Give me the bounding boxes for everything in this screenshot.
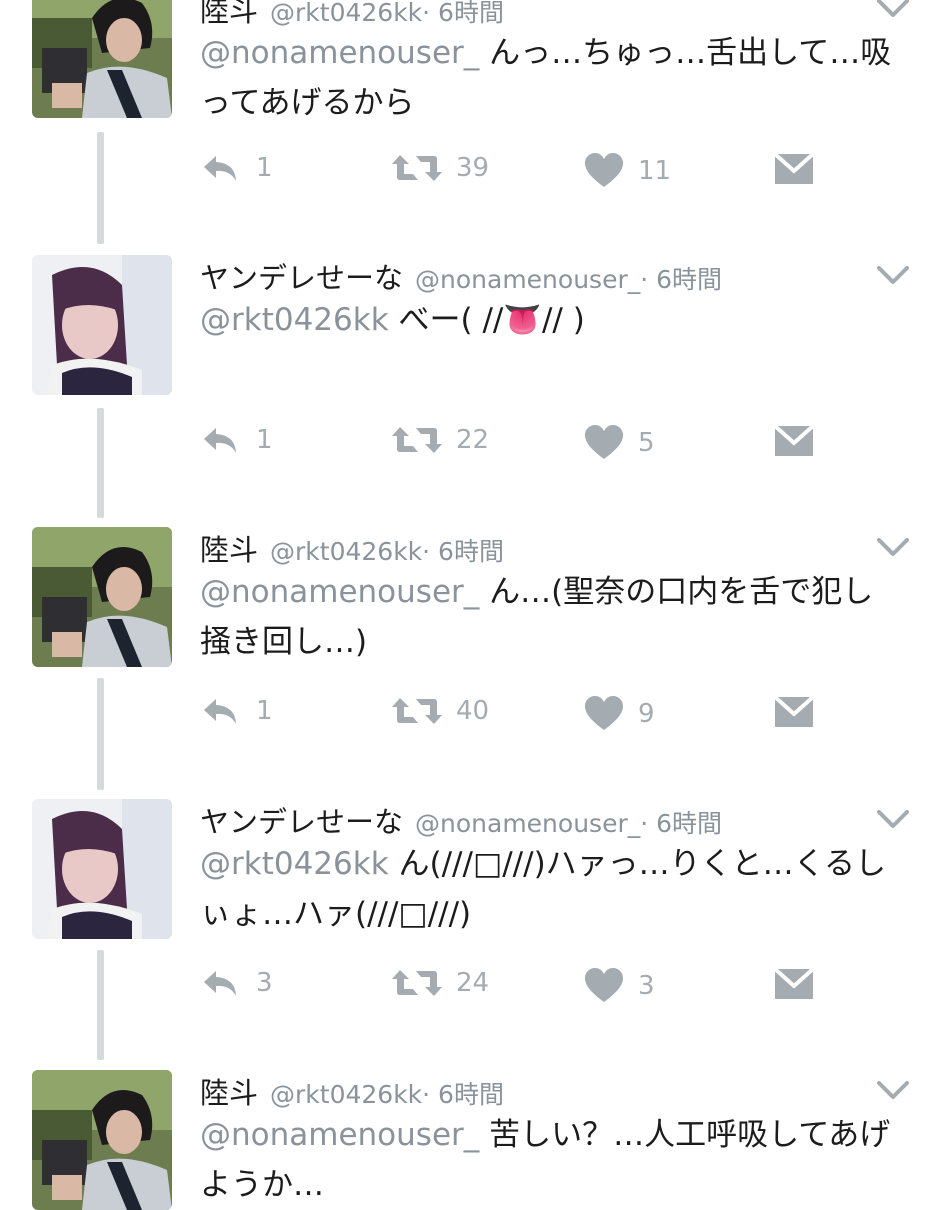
reply-arrow-icon bbox=[202, 425, 242, 455]
reply-count: 1 bbox=[256, 153, 273, 183]
retweet-button[interactable]: 39 bbox=[392, 153, 489, 183]
mention-link[interactable]: @rkt0426kk bbox=[200, 302, 389, 338]
display-name[interactable]: 陸斗 bbox=[200, 0, 258, 30]
reply-count: 1 bbox=[256, 696, 273, 726]
username[interactable]: @nonamenouser_ bbox=[415, 809, 640, 838]
chevron-down-icon[interactable] bbox=[875, 535, 911, 561]
tweet-text: @nonamenouser_ んっ…ちゅっ…舌出して…吸ってあげるから bbox=[200, 28, 900, 128]
tweet-message: べー( //👅// ) bbox=[398, 302, 585, 338]
tweet-actions: 1 39 11 bbox=[0, 153, 939, 197]
retweet-icon bbox=[392, 425, 442, 455]
retweet-icon bbox=[392, 968, 442, 998]
mention-link[interactable]: @nonamenouser_ bbox=[200, 1117, 479, 1153]
retweet-button[interactable]: 40 bbox=[392, 696, 489, 726]
heart-icon bbox=[584, 968, 624, 1004]
retweet-count: 22 bbox=[456, 425, 490, 455]
avatar[interactable] bbox=[32, 0, 172, 118]
tweet-header: 陸斗 @rkt0426kk · 6時間 bbox=[200, 1070, 504, 1110]
heart-icon bbox=[584, 153, 624, 189]
timestamp[interactable]: · 6時間 bbox=[422, 0, 504, 29]
reply-count: 1 bbox=[256, 425, 273, 455]
reply-count: 3 bbox=[256, 968, 273, 998]
timestamp[interactable]: · 6時間 bbox=[640, 804, 722, 840]
reply-button[interactable]: 3 bbox=[202, 968, 273, 998]
dm-button[interactable] bbox=[774, 968, 814, 1000]
like-button[interactable]: 11 bbox=[584, 153, 671, 189]
envelope-icon bbox=[774, 968, 814, 1000]
tweet-header: ヤンデレせーな @nonamenouser_ · 6時間 bbox=[200, 255, 722, 295]
reply-arrow-icon bbox=[202, 153, 242, 183]
chevron-down-icon[interactable] bbox=[875, 263, 911, 289]
username[interactable]: @rkt0426kk bbox=[270, 0, 422, 27]
tweet-text: @rkt0426kk べー( //👅// ) bbox=[200, 295, 900, 345]
timestamp[interactable]: · 6時間 bbox=[640, 260, 722, 296]
heart-icon bbox=[584, 425, 624, 461]
tweet-text: @rkt0426kk ん(///□///)ハァっ…りくと…くるしぃょ…ハァ(//… bbox=[200, 839, 900, 939]
timestamp[interactable]: · 6時間 bbox=[422, 532, 504, 568]
chevron-down-icon[interactable] bbox=[875, 0, 911, 22]
avatar[interactable] bbox=[32, 1070, 172, 1210]
tweet-text: @nonamenouser_ ん…(聖奈の口内を舌で犯し掻き回し…) bbox=[200, 567, 900, 667]
display-name[interactable]: ヤンデレせーな bbox=[200, 799, 403, 841]
envelope-icon bbox=[774, 696, 814, 728]
mention-link[interactable]: @rkt0426kk bbox=[200, 846, 389, 882]
like-button[interactable]: 9 bbox=[584, 696, 655, 732]
tweet-header: ヤンデレせーな @nonamenouser_ · 6時間 bbox=[200, 799, 722, 839]
dm-button[interactable] bbox=[774, 696, 814, 728]
username[interactable]: @nonamenouser_ bbox=[415, 265, 640, 294]
mention-link[interactable]: @nonamenouser_ bbox=[200, 574, 479, 610]
like-button[interactable]: 5 bbox=[584, 425, 655, 461]
reply-arrow-icon bbox=[202, 968, 242, 998]
retweet-count: 40 bbox=[456, 696, 490, 726]
tweet-actions: 1 40 9 bbox=[0, 696, 939, 740]
timestamp[interactable]: · 6時間 bbox=[422, 1075, 504, 1111]
retweet-icon bbox=[392, 696, 442, 726]
retweet-button[interactable]: 24 bbox=[392, 968, 489, 998]
retweet-icon bbox=[392, 153, 442, 183]
username[interactable]: @rkt0426kk bbox=[270, 1080, 422, 1109]
username[interactable]: @rkt0426kk bbox=[270, 537, 422, 566]
avatar[interactable] bbox=[32, 527, 172, 667]
like-count: 3 bbox=[638, 971, 655, 1001]
reply-button[interactable]: 1 bbox=[202, 153, 273, 183]
chevron-down-icon[interactable] bbox=[875, 807, 911, 833]
avatar[interactable] bbox=[32, 255, 172, 395]
tweet-text: @nonamenouser_ 苦しい？…人工呼吸してあげようか… bbox=[200, 1110, 900, 1210]
reply-button[interactable]: 1 bbox=[202, 425, 273, 455]
envelope-icon bbox=[774, 425, 814, 457]
retweet-count: 24 bbox=[456, 968, 490, 998]
tweet-timeline: 陸斗 @rkt0426kk · 6時間 @nonamenouser_ んっ…ちゅ… bbox=[0, 0, 939, 1200]
dm-button[interactable] bbox=[774, 425, 814, 457]
avatar[interactable] bbox=[32, 799, 172, 939]
tweet-actions: 3 24 3 bbox=[0, 968, 939, 1012]
retweet-count: 39 bbox=[456, 153, 490, 183]
like-count: 11 bbox=[638, 156, 672, 186]
like-button[interactable]: 3 bbox=[584, 968, 655, 1004]
like-count: 9 bbox=[638, 699, 655, 729]
envelope-icon bbox=[774, 153, 814, 185]
tweet-header: 陸斗 @rkt0426kk · 6時間 bbox=[200, 527, 504, 567]
heart-icon bbox=[584, 696, 624, 732]
reply-arrow-icon bbox=[202, 696, 242, 726]
tweet-actions: 1 22 5 bbox=[0, 425, 939, 469]
dm-button[interactable] bbox=[774, 153, 814, 185]
mention-link[interactable]: @nonamenouser_ bbox=[200, 35, 479, 71]
retweet-button[interactable]: 22 bbox=[392, 425, 489, 455]
display-name[interactable]: ヤンデレせーな bbox=[200, 255, 403, 297]
like-count: 5 bbox=[638, 428, 655, 458]
display-name[interactable]: 陸斗 bbox=[200, 1070, 258, 1112]
tweet-header: 陸斗 @rkt0426kk · 6時間 bbox=[200, 0, 504, 28]
reply-button[interactable]: 1 bbox=[202, 696, 273, 726]
chevron-down-icon[interactable] bbox=[875, 1078, 911, 1104]
display-name[interactable]: 陸斗 bbox=[200, 527, 258, 569]
